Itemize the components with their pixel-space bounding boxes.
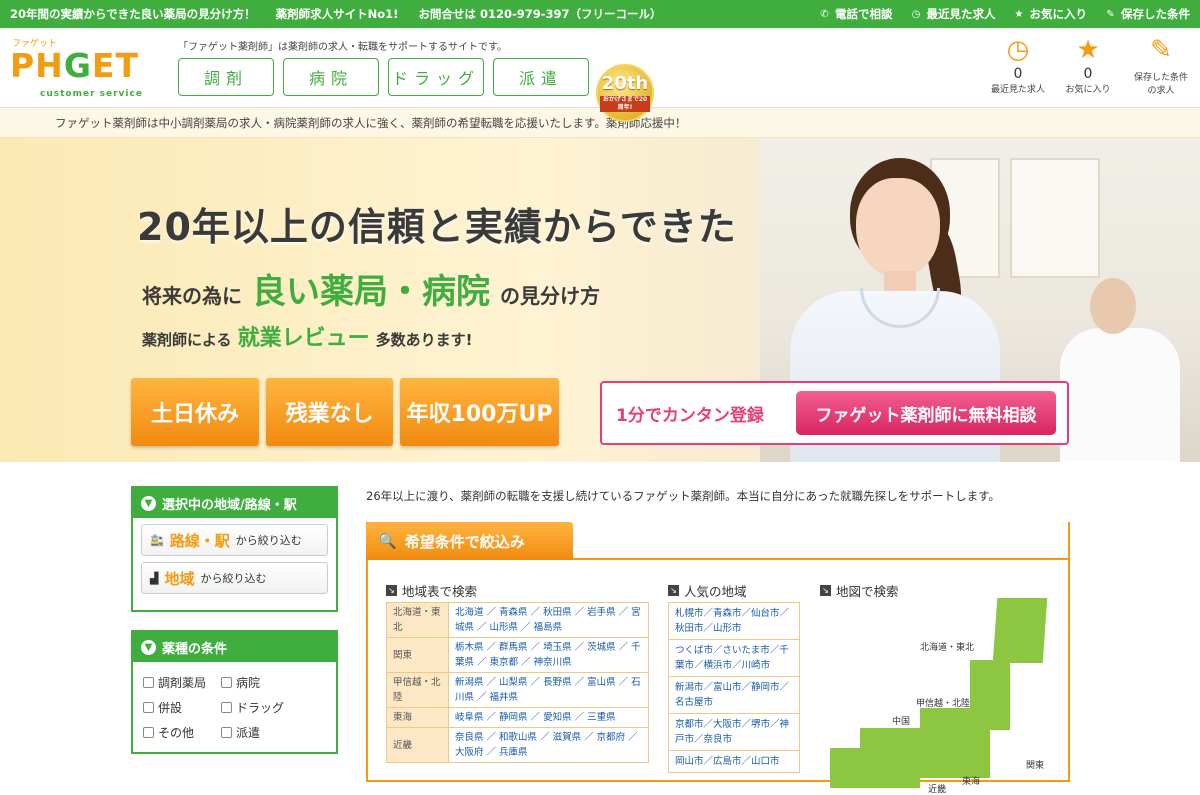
doctor-image <box>1060 278 1190 462</box>
nav-dispatch-button[interactable]: 派遣 <box>493 58 589 96</box>
type-checkbox[interactable]: 派遣 <box>221 724 311 741</box>
table-row: 甲信越・北陸 新潟県 ／ 山梨県 ／ 長野県 ／ 富山県 ／ 石川県 ／ 福井県 <box>386 672 649 708</box>
japan-map[interactable]: 北海道・東北 甲信越・北陸 中国 関東 東海 近畿 <box>820 598 1060 795</box>
table-row: つくば市／さいたま市／千葉市／横浜市／川崎市 <box>668 639 800 677</box>
type-checkbox[interactable]: 病院 <box>221 674 311 691</box>
type-checkbox[interactable]: 併設 <box>143 699 221 716</box>
map-region-kyushu[interactable] <box>830 748 860 788</box>
train-icon: 🚉 <box>150 533 164 547</box>
table-row: 岡山市／広島市／山口市 <box>668 750 800 773</box>
table-row: 京都市／大阪市／堺市／神戸市／奈良市 <box>668 713 800 751</box>
cta-text: 1分でカンタン登録 <box>616 405 764 426</box>
hero-headline: 20年以上の信頼と実績からできた <box>137 205 737 249</box>
feature-no-overtime-button[interactable]: 残業なし <box>266 378 393 446</box>
saved-conditions-link[interactable]: ✎ 保存した条件 <box>1105 6 1190 22</box>
header-icons: ◷ 0 最近見た求人 ★ 0 お気に入り ✎ 保存した条件の求人 <box>990 34 1192 98</box>
search-icon: 🔍 <box>378 532 397 550</box>
feature-salary-up-button[interactable]: 年収100万UP <box>400 378 559 446</box>
map-region-west[interactable] <box>860 728 920 788</box>
region-table: 北海道・東北 北海道 ／ 青森県 ／ 秋田県 ／ 岩手県 ／ 宮城県 ／ 山形県 … <box>386 602 649 763</box>
nav-dispensing-button[interactable]: 調剤 <box>178 58 274 96</box>
clock-icon: ◷ <box>911 8 921 20</box>
table-row: 新潟市／富山市／静岡市／名古屋市 <box>668 676 800 714</box>
popular-area-title: ↘ 人気の地域 <box>668 581 747 600</box>
building-icon: ▟ <box>150 571 159 585</box>
feature-weekend-off-button[interactable]: 土日休み <box>131 378 259 446</box>
chevron-down-icon: ▼ <box>141 639 156 655</box>
phone-consult-link[interactable]: ✆ 電話で相談 <box>819 6 892 22</box>
arrow-icon: ↘ <box>820 585 831 596</box>
top-message: 薬剤師求人サイトNo1! <box>275 7 399 21</box>
intro-text: 26年以上に渡り、薬剤師の転職を支援し続けているファゲット薬剤師。本当に自分にあ… <box>366 489 1001 503</box>
register-cta: 1分でカンタン登録 ファゲット薬剤師に無料相談 <box>600 381 1069 445</box>
free-consult-button[interactable]: ファゲット薬剤師に無料相談 <box>796 391 1056 435</box>
edit-icon: ✎ <box>1150 35 1172 65</box>
hero-review-line: 薬剤師による 就業レビュー 多数あります! <box>142 326 473 351</box>
selected-area-box: ▼ 選択中の地域/路線・駅 🚉 路線・駅 から絞り込む ▟ 地域 から絞り込む <box>131 486 338 612</box>
top-bar: 20年間の実績からできた良い薬局の見分け方！ 薬剤師求人サイトNo1! お問合せ… <box>0 0 1200 28</box>
type-checkbox[interactable]: ドラッグ <box>221 699 311 716</box>
table-row: 関東 栃木県 ／ 群馬県 ／ 埼玉県 ／ 茨城県 ／ 千葉県 ／ 東京都 ／ 神奈… <box>386 637 649 673</box>
table-row: 東海 岐阜県 ／ 静岡県 ／ 愛知県 ／ 三重県 <box>386 707 649 728</box>
table-row: 札幌市／青森市／仙台市／秋田市／山形市 <box>668 602 800 640</box>
sub-banner-text: ファゲット薬剤師は中小調剤薬局の求人・病院薬剤師の求人に強く、薬剤師の希望転職を… <box>0 108 1200 138</box>
star-icon: ★ <box>1014 8 1024 20</box>
site-logo[interactable]: ファゲット PHGET customer service <box>10 36 160 102</box>
arrow-icon: ↘ <box>386 585 397 596</box>
favorites-button[interactable]: ★ 0 お気に入り <box>1060 34 1116 98</box>
table-row: 近畿 奈良県 ／ 和歌山県 ／ 滋賀県 ／ 京都府 ／ 大阪府 ／ 兵庫県 <box>386 727 649 763</box>
anniversary-badge: 20th おかげさまで20周年! <box>596 64 654 122</box>
chevron-down-icon: ▼ <box>141 495 156 511</box>
filter-tab[interactable]: 🔍 希望条件で絞込み <box>366 522 573 560</box>
recent-jobs-button[interactable]: ◷ 0 最近見た求人 <box>990 34 1046 98</box>
arrow-icon: ↘ <box>668 585 679 596</box>
hero-banner: 20年以上の信頼と実績からできた 将来の為に 良い薬局・病院 の見分け方 薬剤師によ… <box>0 138 1200 462</box>
favorites-link[interactable]: ★ お気に入り <box>1014 6 1087 22</box>
clock-icon: ◷ <box>1006 35 1030 65</box>
recent-jobs-link[interactable]: ◷ 最近見た求人 <box>911 6 996 22</box>
region-table-title: ↘ 地域表で検索 <box>386 581 477 600</box>
type-checkbox[interactable]: その他 <box>143 724 221 741</box>
category-nav: 調剤 病院 ドラッグ 派遣 <box>178 58 589 96</box>
filter-by-route-button[interactable]: 🚉 路線・駅 から絞り込む <box>141 524 328 556</box>
top-links: ✆ 電話で相談 ◷ 最近見た求人 ★ お気に入り ✎ 保存した条件 <box>819 6 1190 22</box>
filter-by-area-button[interactable]: ▟ 地域 から絞り込む <box>141 562 328 594</box>
contact-number[interactable]: お問合せは 0120-979-397（フリーコール） <box>418 6 661 22</box>
hero-subheadline: 将来の為に 良い薬局・病院 の見分け方 <box>142 272 600 312</box>
edit-icon: ✎ <box>1106 8 1115 20</box>
popular-area-table: 札幌市／青森市／仙台市／秋田市／山形市 つくば市／さいたま市／千葉市／横浜市／川… <box>668 602 800 773</box>
top-message: 20年間の実績からできた良い薬局の見分け方！ <box>10 7 256 21</box>
map-region-hokkaido[interactable] <box>992 598 1048 663</box>
type-checkbox[interactable]: 調剤薬局 <box>143 674 221 691</box>
star-icon: ★ <box>1076 35 1100 65</box>
drug-type-box: ▼ 薬種の条件 調剤薬局 病院 併設 ドラッグ その他 派遣 <box>131 630 338 754</box>
table-row: 北海道・東北 北海道 ／ 青森県 ／ 秋田県 ／ 岩手県 ／ 宮城県 ／ 山形県 … <box>386 602 649 638</box>
favorites-count: 0 <box>1083 66 1093 82</box>
filter-panel: 🔍 希望条件で絞込み ↘ 地域表で検索 ↘ 人気の地域 ↘ 地図で検索 北海道・東北 北海… <box>366 522 1070 795</box>
nav-drugstore-button[interactable]: ドラッグ <box>388 58 484 96</box>
saved-conditions-button[interactable]: ✎ 保存した条件の求人 <box>1130 34 1192 98</box>
site-tagline: 「ファゲット薬剤師」は薬剤師の求人・転職をサポートするサイトです。 <box>178 42 507 53</box>
nav-hospital-button[interactable]: 病院 <box>283 58 379 96</box>
recent-count: 0 <box>1013 66 1023 82</box>
phone-icon: ✆ <box>820 8 829 20</box>
site-header: ファゲット PHGET customer service 「ファゲット薬剤師」は… <box>0 28 1200 122</box>
